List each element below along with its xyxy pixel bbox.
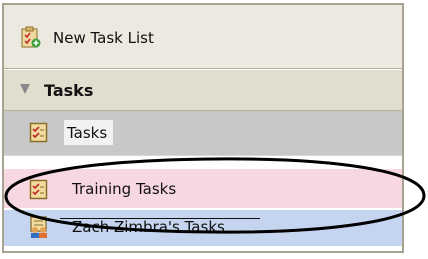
collapse-triangle-icon[interactable] xyxy=(20,84,30,94)
task-list-item-tasks[interactable]: Tasks xyxy=(4,111,402,156)
new-task-list-label: New Task List xyxy=(53,29,154,47)
new-task-list-button[interactable]: New Task List xyxy=(4,5,402,69)
tasks-section-label: Tasks xyxy=(44,81,94,100)
shared-task-list-icon xyxy=(30,216,47,238)
training-tasks-label: Training Tasks xyxy=(72,180,177,198)
task-list-icon xyxy=(29,122,48,143)
new-task-list-icon xyxy=(21,26,41,48)
zach-tasks-label: Zach Zimbra's Tasks xyxy=(72,218,225,236)
strikethrough-line xyxy=(60,218,260,219)
task-list-icon xyxy=(29,179,48,200)
task-list-item-training[interactable]: Training Tasks xyxy=(4,169,402,208)
task-folder-panel: New Task List Tasks Tasks Training Tasks xyxy=(2,3,404,253)
task-list-label: Tasks xyxy=(67,124,108,142)
tasks-section-header[interactable]: Tasks xyxy=(4,70,402,111)
task-list-label-box: Tasks xyxy=(64,120,114,145)
task-list-item-zach[interactable]: Zach Zimbra's Tasks xyxy=(4,210,402,246)
